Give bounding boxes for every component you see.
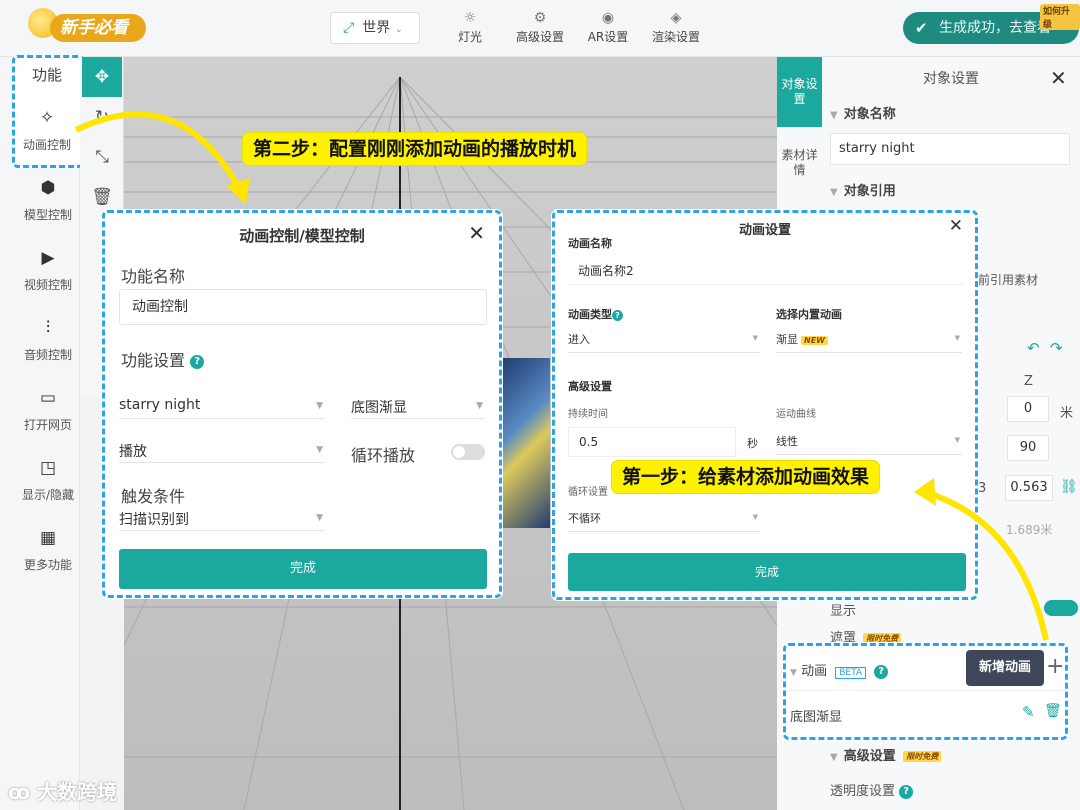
- step1-arrowhead: [914, 478, 936, 506]
- step1-arrow: [923, 489, 1049, 641]
- watermark: ꝏ 大数跨境: [8, 776, 117, 805]
- watermark-text: 大数跨境: [37, 780, 118, 804]
- step1-callout: 第一步：给素材添加动画效果: [612, 461, 880, 493]
- annotation-arrows: [74, 111, 1049, 641]
- watermark-logo-icon: ꝏ: [8, 780, 31, 804]
- step2-arrow: [74, 111, 243, 192]
- step2-callout: 第二步：配置刚刚添加动画的播放时机: [243, 133, 587, 165]
